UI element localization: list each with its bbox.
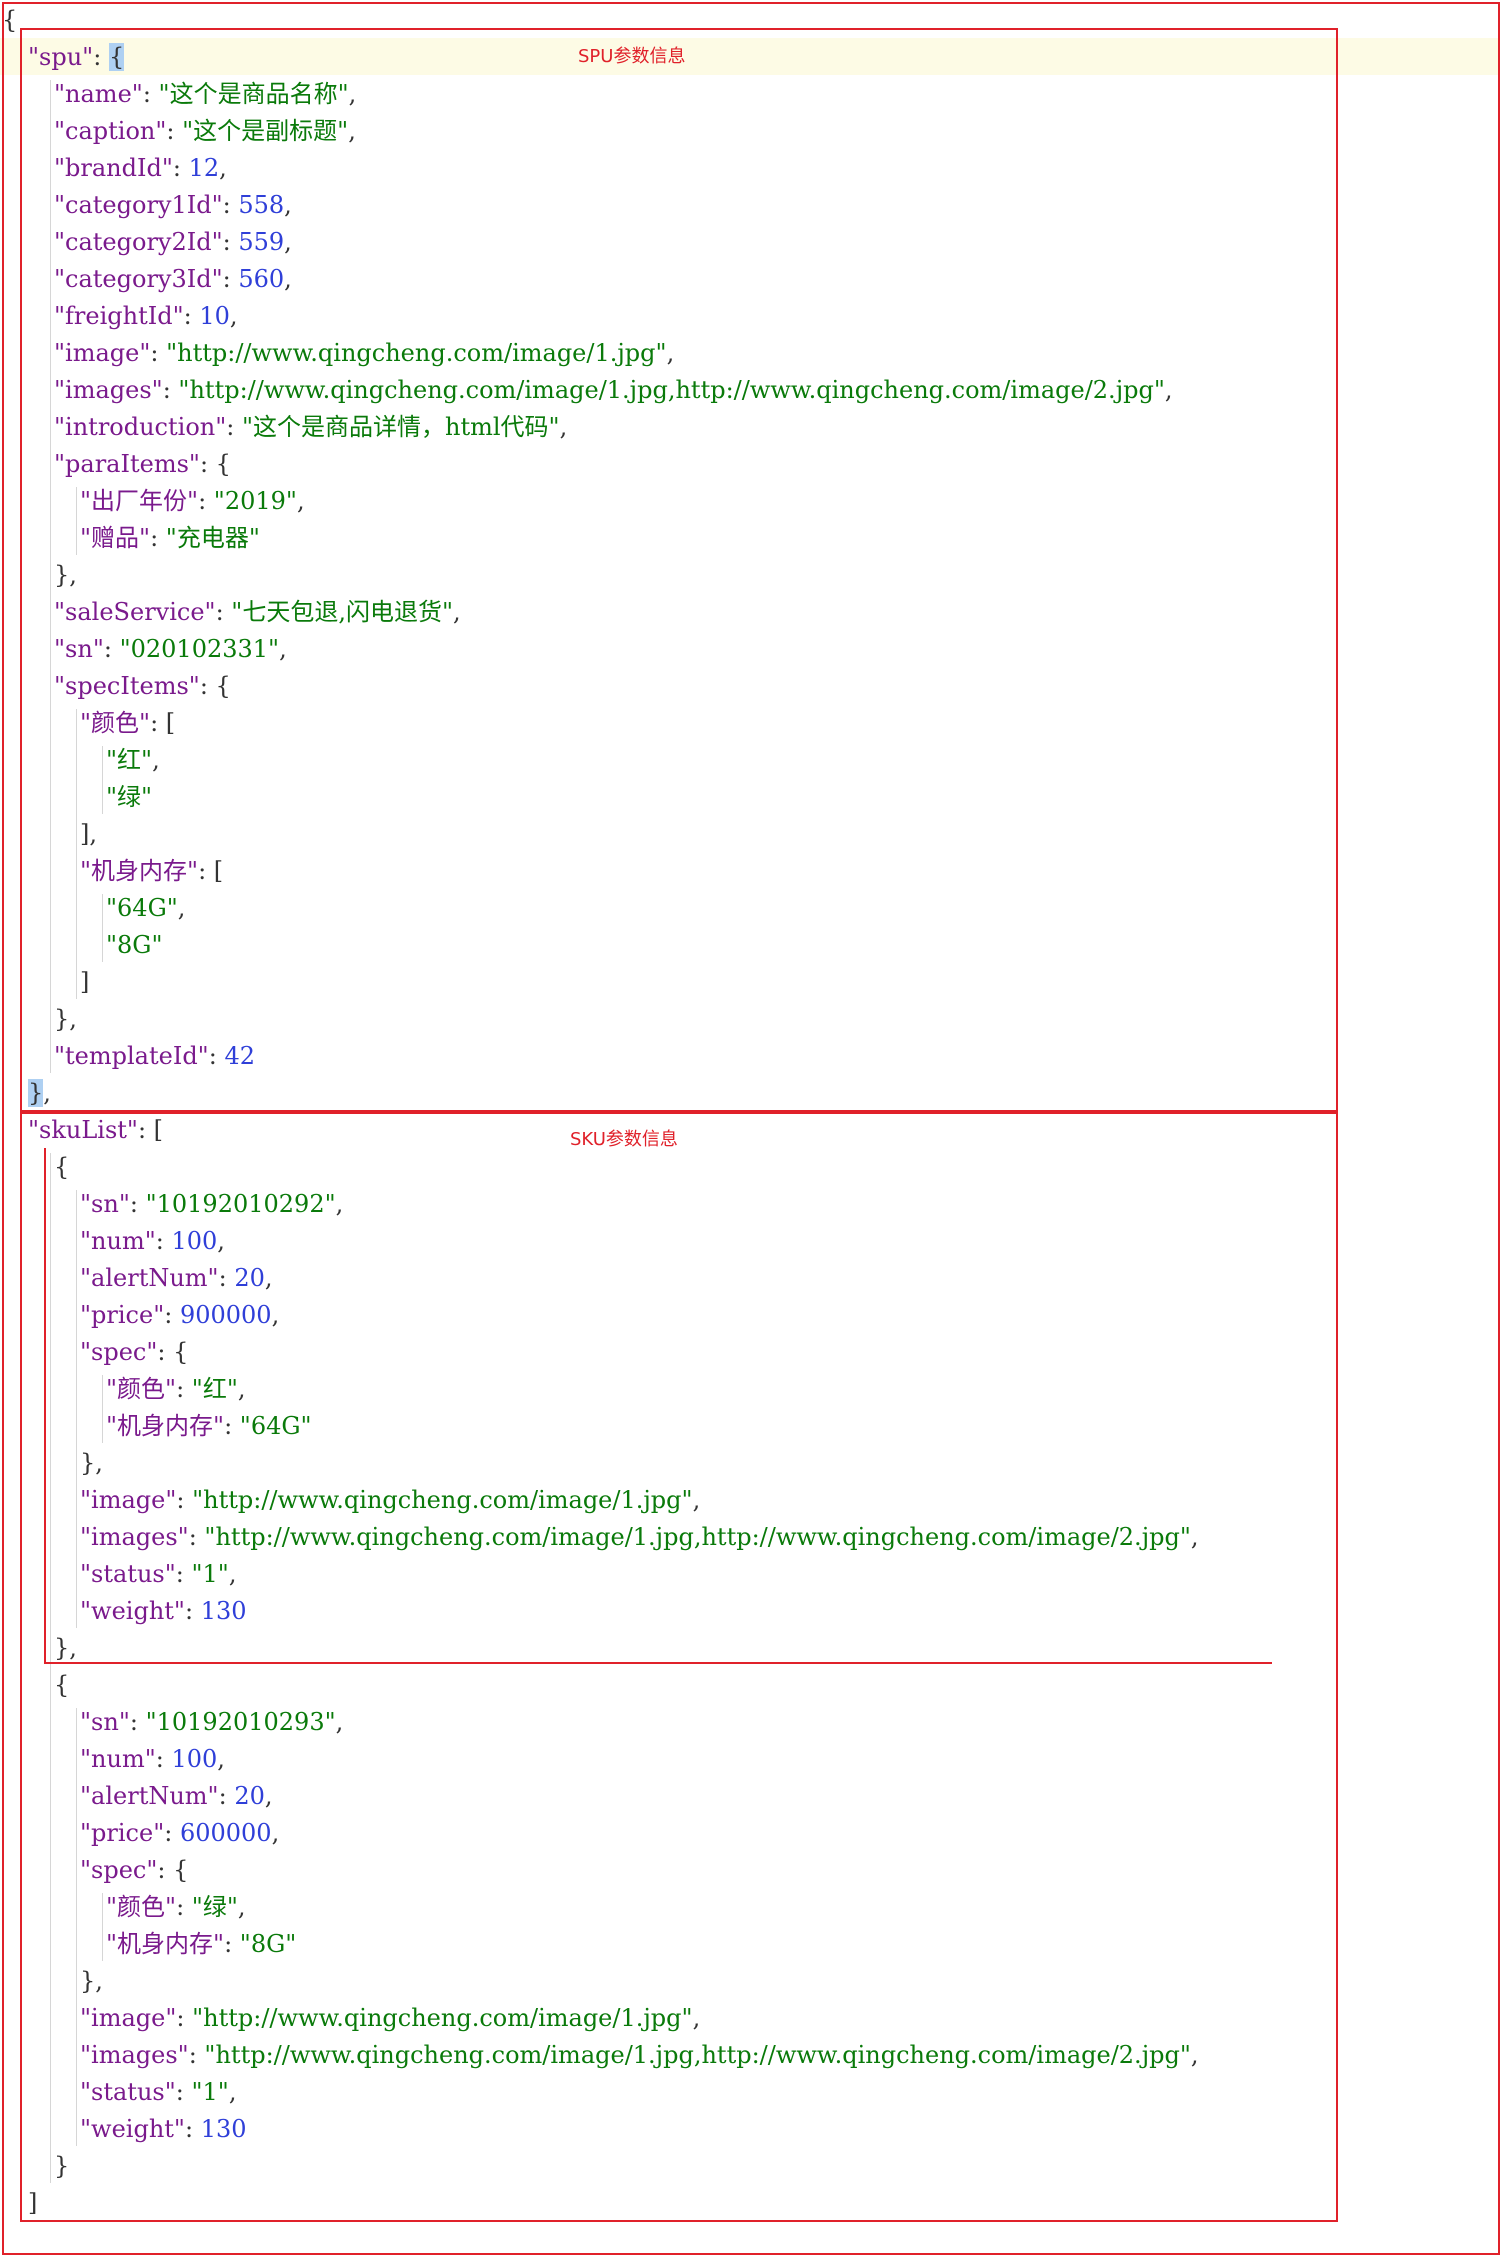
spu-annotation-label: SPU参数信息 — [578, 46, 686, 67]
sku-annotation-label: SKU参数信息 — [570, 1129, 678, 1150]
json-editor[interactable]: {"spu": {"name": "这个是商品名称", "caption": "这… — [0, 0, 1503, 2259]
sku-annotation-box — [20, 1112, 1338, 2222]
sku-item-left-marker — [44, 1148, 46, 1664]
spu-annotation-box — [20, 28, 1338, 1112]
sku-item-bottom-marker — [44, 1662, 1272, 1664]
